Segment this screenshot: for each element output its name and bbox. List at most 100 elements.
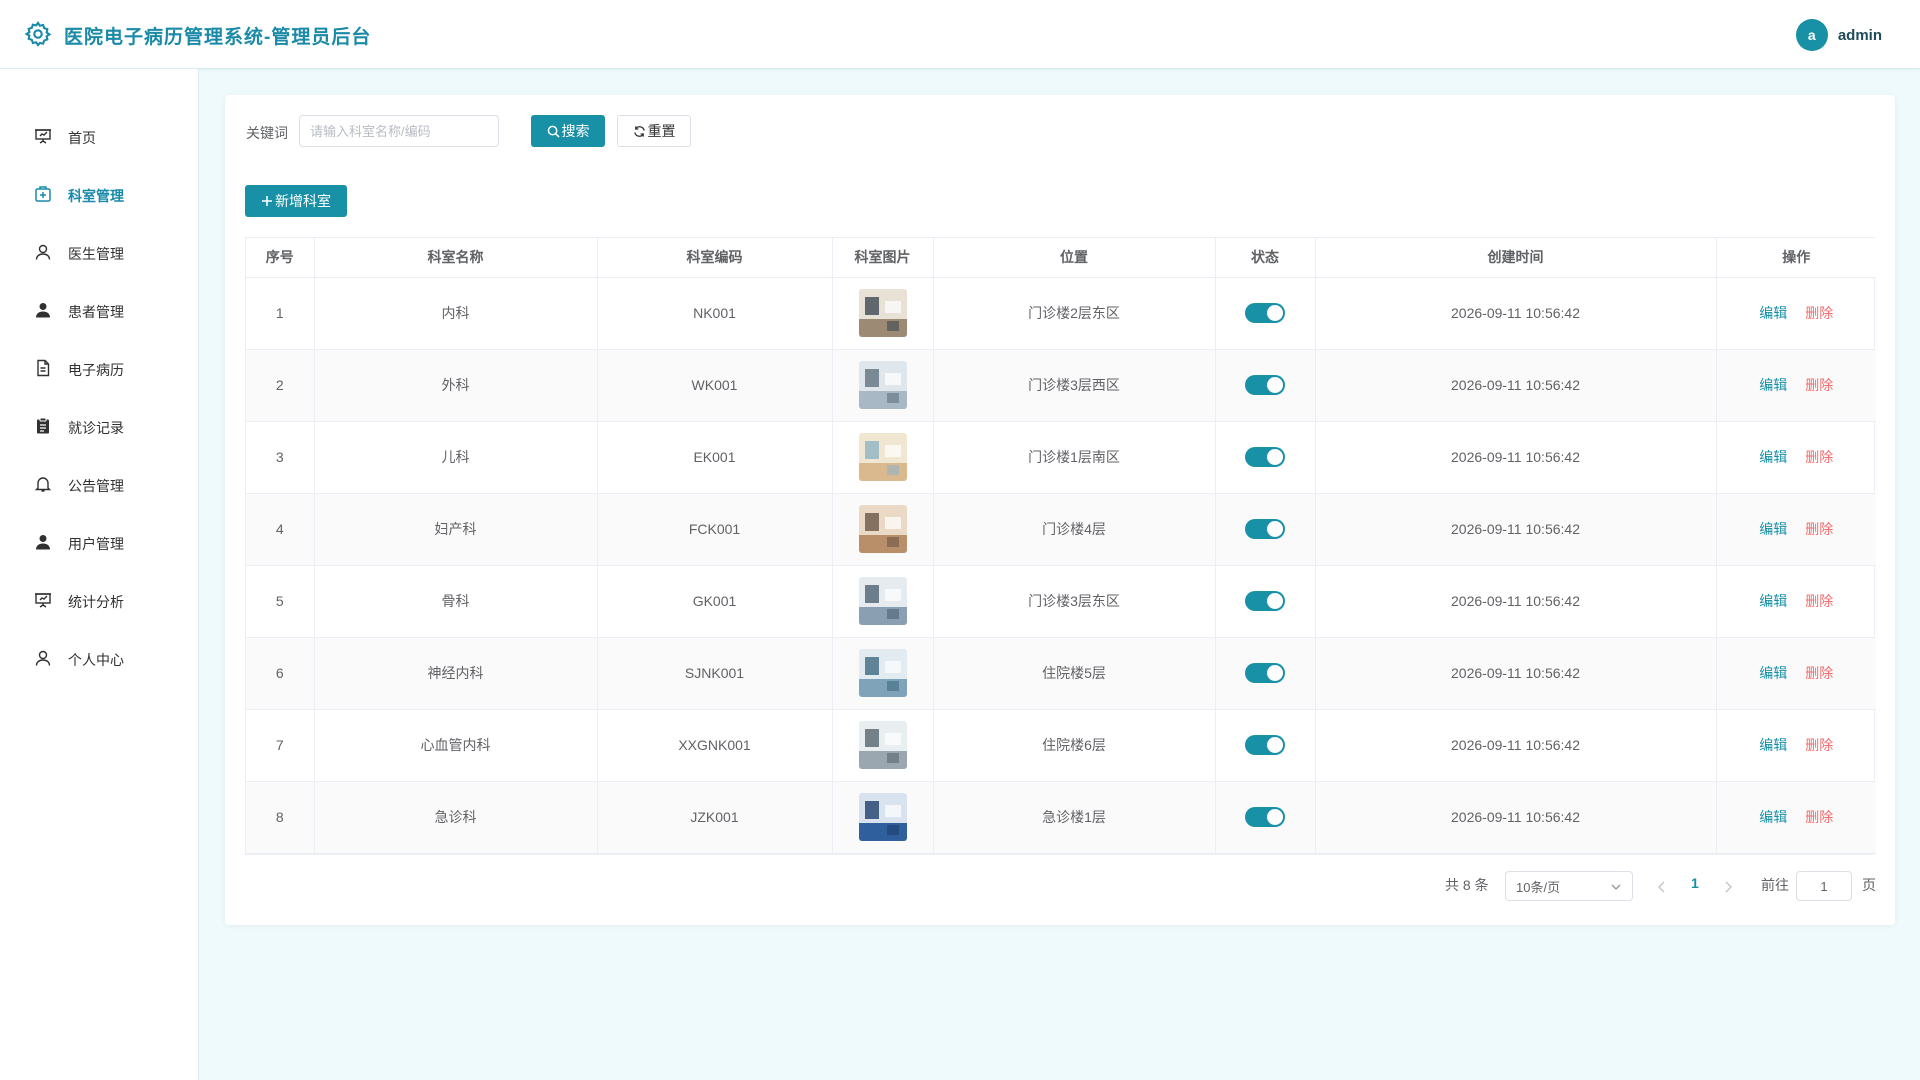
username[interactable]: admin (1838, 27, 1882, 44)
edit-link[interactable]: 编辑 (1759, 737, 1787, 753)
search-input[interactable] (299, 115, 499, 147)
edit-link[interactable]: 编辑 (1759, 809, 1787, 825)
cell-status (1215, 277, 1316, 350)
column-header-index: 序号 (246, 238, 315, 278)
user-menu[interactable]: a admin (1795, 19, 1882, 51)
clipboard-icon (37, 417, 49, 434)
cell-location: 门诊楼2层东区 (933, 277, 1216, 350)
edit-link[interactable]: 编辑 (1759, 377, 1787, 393)
column-header-actions: 操作 (1716, 238, 1876, 278)
cell-status (1215, 637, 1316, 710)
prev-page-icon[interactable] (1657, 881, 1667, 893)
department-photo[interactable] (858, 793, 907, 841)
page-size-select[interactable]: 10条/页 (1505, 871, 1633, 901)
delete-link[interactable]: 删除 (1805, 737, 1833, 753)
cell-image (832, 565, 934, 638)
status-toggle[interactable] (1245, 591, 1285, 611)
edit-link[interactable]: 编辑 (1759, 521, 1787, 537)
sidebar-item-label: 科室管理 (68, 188, 124, 204)
delete-link[interactable]: 删除 (1805, 809, 1833, 825)
sidebar-item-doctors[interactable]: 医生管理 (0, 232, 198, 272)
cell-status (1215, 709, 1316, 782)
page-number-current[interactable]: 1 (1691, 875, 1699, 891)
edit-link[interactable]: 编辑 (1759, 449, 1787, 465)
sidebar-item-label: 电子病历 (68, 362, 124, 378)
department-photo[interactable] (858, 577, 907, 625)
cell-actions: 编辑 删除 (1716, 421, 1876, 494)
cell-name: 妇产科 (314, 493, 598, 566)
department-photo[interactable] (858, 289, 907, 337)
toggle-knob (1267, 593, 1283, 609)
delete-link[interactable]: 删除 (1805, 377, 1833, 393)
cell-code: GK001 (597, 565, 833, 638)
status-toggle[interactable] (1245, 663, 1285, 683)
cell-code: WK001 (597, 349, 833, 422)
cell-code: XXGNK001 (597, 709, 833, 782)
table-row: 2 外科 WK001 门诊楼3层西区 2026-09-11 10:56:42 编… (246, 349, 1876, 422)
department-photo[interactable] (858, 649, 907, 697)
status-toggle[interactable] (1245, 447, 1285, 467)
delete-link[interactable]: 删除 (1805, 593, 1833, 609)
department-photo[interactable] (858, 505, 907, 553)
cell-code: FCK001 (597, 493, 833, 566)
status-toggle[interactable] (1245, 375, 1285, 395)
cell-created: 2026-09-11 10:56:42 (1315, 709, 1717, 782)
sidebar-item-label: 患者管理 (68, 304, 124, 320)
add-department-button[interactable]: 新增科室 (245, 185, 347, 217)
cell-index: 8 (246, 781, 315, 854)
status-toggle[interactable] (1245, 519, 1285, 539)
status-toggle[interactable] (1245, 807, 1285, 827)
delete-link[interactable]: 删除 (1805, 665, 1833, 681)
edit-link[interactable]: 编辑 (1759, 665, 1787, 681)
cell-actions: 编辑 删除 (1716, 277, 1876, 350)
sidebar-item-departments[interactable]: 科室管理 (0, 174, 198, 214)
cell-created: 2026-09-11 10:56:42 (1315, 421, 1717, 494)
sidebar-item-statistics[interactable]: 统计分析 (0, 580, 198, 620)
cell-actions: 编辑 删除 (1716, 349, 1876, 422)
app-title: 医院电子病历管理系统-管理员后台 (64, 27, 372, 48)
table-row: 7 心血管内科 XXGNK001 住院楼6层 2026-09-11 10:56:… (246, 709, 1876, 782)
cell-index: 6 (246, 637, 315, 710)
cell-status (1215, 493, 1316, 566)
sidebar-item-medical-records[interactable]: 电子病历 (0, 348, 198, 388)
cell-location: 门诊楼3层西区 (933, 349, 1216, 422)
reset-button[interactable]: 重置 (617, 115, 691, 147)
cell-name: 儿科 (314, 421, 598, 494)
sidebar-item-profile[interactable]: 个人中心 (0, 638, 198, 678)
edit-link[interactable]: 编辑 (1759, 593, 1787, 609)
status-toggle[interactable] (1245, 303, 1285, 323)
user-outline-icon (35, 650, 51, 666)
cell-index: 7 (246, 709, 315, 782)
delete-link[interactable]: 删除 (1805, 449, 1833, 465)
cell-location: 门诊楼3层东区 (933, 565, 1216, 638)
goto-page-input[interactable] (1796, 871, 1852, 901)
top-header: 医院电子病历管理系统-管理员后台 a admin (0, 0, 1920, 69)
sidebar-item-users[interactable]: 用户管理 (0, 522, 198, 562)
delete-link[interactable]: 删除 (1805, 521, 1833, 537)
cell-status (1215, 349, 1316, 422)
cell-status (1215, 781, 1316, 854)
column-header-created: 创建时间 (1315, 238, 1717, 278)
status-toggle[interactable] (1245, 735, 1285, 755)
sidebar-item-home[interactable]: 首页 (0, 116, 198, 156)
sidebar: 首页 科室管理 医生管理 患者管理 电子病历 就诊记录 公告管理 用户管理 统计… (0, 69, 199, 1080)
avatar[interactable]: a (1795, 19, 1828, 51)
cell-created: 2026-09-11 10:56:42 (1315, 349, 1717, 422)
edit-link[interactable]: 编辑 (1759, 305, 1787, 321)
cell-actions: 编辑 删除 (1716, 565, 1876, 638)
cell-image (832, 349, 934, 422)
delete-link[interactable]: 删除 (1805, 305, 1833, 321)
sidebar-item-announcements[interactable]: 公告管理 (0, 464, 198, 504)
search-button[interactable]: 搜索 (531, 115, 605, 147)
table-row: 4 妇产科 FCK001 门诊楼4层 2026-09-11 10:56:42 编… (246, 493, 1876, 566)
sidebar-item-visit-records[interactable]: 就诊记录 (0, 406, 198, 446)
sidebar-item-patients[interactable]: 患者管理 (0, 290, 198, 330)
cell-name: 急诊科 (314, 781, 598, 854)
cell-code: NK001 (597, 277, 833, 350)
department-photo[interactable] (858, 361, 907, 409)
column-header-image: 科室图片 (832, 238, 934, 278)
department-photo[interactable] (858, 433, 907, 481)
next-page-icon[interactable] (1723, 881, 1733, 893)
page-size-value: 10条/页 (1516, 879, 1561, 895)
department-photo[interactable] (858, 721, 907, 769)
